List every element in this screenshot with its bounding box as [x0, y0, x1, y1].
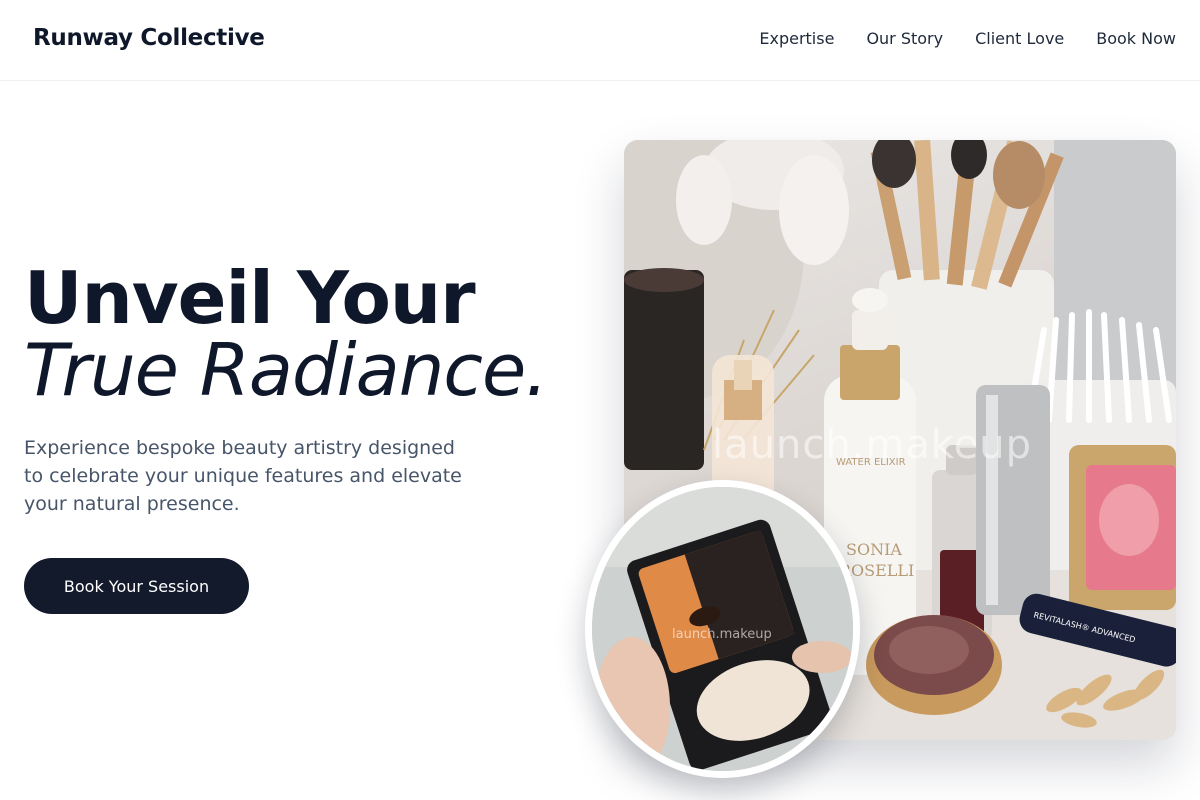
site-header: Runway Collective Expertise Our Story Cl…: [0, 0, 1200, 81]
nav-link-client-love[interactable]: Client Love: [975, 29, 1064, 48]
hero-subcopy: Experience bespoke beauty artistry desig…: [24, 437, 462, 515]
compact-mirror-photo: launch.makeup: [585, 480, 860, 778]
product-label-water-elixir: WATER ELIXIR: [836, 457, 906, 468]
brand-logo[interactable]: Runway Collective: [33, 25, 265, 51]
hero-headline-line2: True Radiance.: [24, 328, 548, 412]
nav-link-expertise[interactable]: Expertise: [759, 29, 834, 48]
hero-headline: Unveil Your True Radiance.: [24, 262, 604, 406]
book-session-button[interactable]: Book Your Session: [24, 558, 249, 614]
product-label-sonia: SONIA: [846, 540, 902, 559]
nav-link-book-now[interactable]: Book Now: [1096, 29, 1176, 48]
main-nav: Expertise Our Story Client Love Book Now: [759, 29, 1176, 48]
hero-headline-line1: Unveil Your: [24, 256, 476, 340]
compact-mirror-illustration: [592, 487, 853, 771]
nav-link-our-story[interactable]: Our Story: [866, 29, 943, 48]
